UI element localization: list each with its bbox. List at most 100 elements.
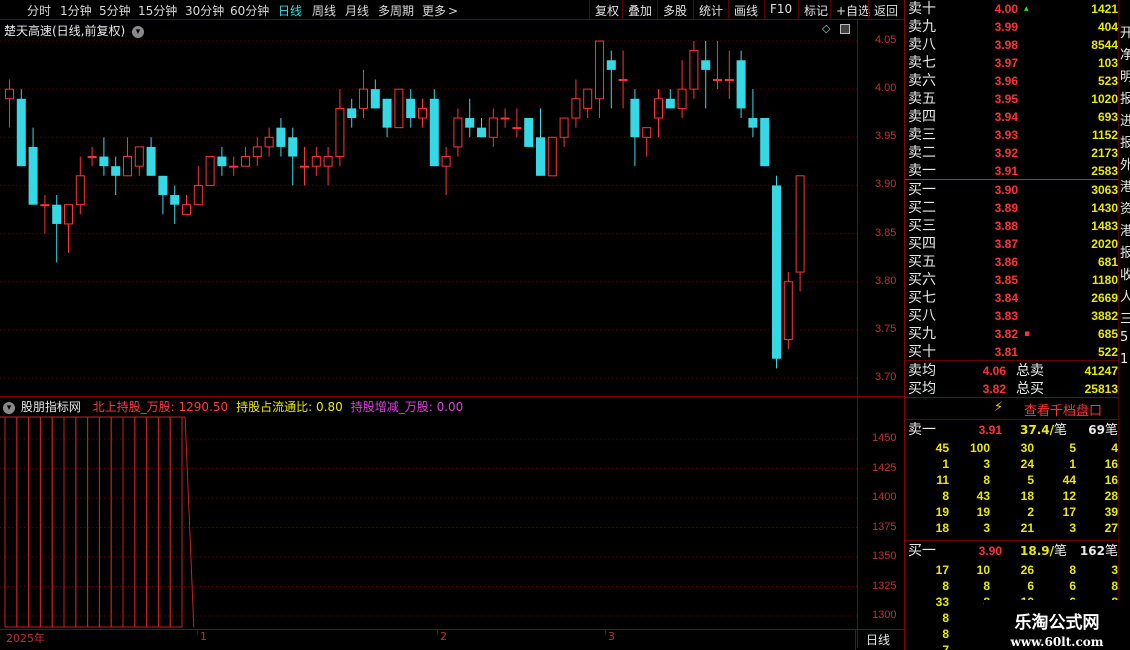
depth-view-button[interactable]: 查看千档盘口 (1024, 400, 1102, 419)
candle-body (618, 79, 628, 82)
candle[interactable] (241, 146, 250, 167)
candle[interactable] (559, 117, 569, 147)
toolbar-button-7[interactable]: +自选 (836, 2, 870, 19)
candle[interactable] (724, 50, 734, 99)
candle[interactable] (760, 118, 770, 167)
period-tab-6[interactable]: 日线 (278, 2, 302, 19)
candle[interactable] (571, 79, 581, 128)
candle[interactable] (158, 175, 168, 215)
candle[interactable] (40, 195, 50, 234)
candle[interactable] (123, 137, 132, 177)
candle[interactable] (311, 146, 321, 176)
candle[interactable] (595, 40, 604, 119)
candle[interactable] (52, 195, 62, 263)
candle[interactable] (16, 89, 26, 167)
candle[interactable] (606, 50, 616, 109)
candle[interactable] (205, 156, 215, 186)
candle[interactable] (217, 146, 227, 176)
candle[interactable] (370, 79, 380, 109)
candle[interactable] (252, 137, 262, 167)
period-tab-9[interactable]: 多周期 (378, 2, 414, 19)
period-tab-8[interactable]: 月线 (345, 2, 369, 19)
indicator-bar (51, 416, 65, 628)
period-tab-3[interactable]: 15分钟 (138, 2, 177, 19)
toolbar-button-1[interactable]: 叠加 (628, 2, 652, 19)
summary-row: 买均 3.82 总买 25813 (908, 380, 1118, 398)
candle[interactable] (429, 89, 439, 167)
candle[interactable] (453, 108, 463, 157)
candle[interactable] (536, 108, 545, 176)
period-tab-0[interactable]: 分时 (27, 2, 51, 19)
candle[interactable] (618, 50, 628, 109)
candle[interactable] (394, 88, 404, 129)
candle[interactable] (288, 127, 298, 186)
candle[interactable] (347, 98, 357, 128)
candle[interactable] (654, 89, 663, 138)
period-tab-5[interactable]: 60分钟 (230, 2, 269, 19)
period-tab-4[interactable]: 30分钟 (185, 2, 224, 19)
candle[interactable] (406, 89, 416, 128)
candle[interactable] (111, 156, 121, 196)
candle[interactable] (689, 41, 699, 99)
candle[interactable] (736, 50, 746, 119)
candle[interactable] (701, 41, 711, 109)
candle[interactable] (64, 204, 73, 253)
toolbar-button-4[interactable]: 画线 (734, 2, 758, 19)
depth-ask-header: 卖一 3.91 37.4/笔 69笔 (908, 421, 1118, 439)
candle[interactable] (300, 146, 309, 186)
candle[interactable] (488, 108, 498, 147)
candle[interactable] (134, 146, 144, 176)
period-label[interactable]: 日线 (866, 631, 890, 648)
candle[interactable] (547, 136, 557, 177)
candle[interactable] (713, 41, 722, 90)
candle[interactable] (665, 89, 675, 109)
candle[interactable] (418, 98, 427, 128)
period-tab-1[interactable]: 1分钟 (60, 2, 92, 19)
candle[interactable] (335, 89, 345, 167)
period-tab-7[interactable]: 周线 (312, 2, 336, 19)
candle[interactable] (170, 185, 180, 224)
candle[interactable] (5, 79, 14, 128)
candle[interactable] (783, 272, 793, 350)
candle[interactable] (524, 118, 534, 147)
toolbar-button-2[interactable]: 多股 (663, 2, 687, 19)
candle[interactable] (465, 98, 475, 138)
candle[interactable] (359, 69, 368, 119)
candle[interactable] (264, 127, 274, 157)
toolbar-button-3[interactable]: 统计 (699, 2, 723, 19)
candle[interactable] (583, 88, 593, 119)
candle[interactable] (500, 108, 510, 128)
candle[interactable] (229, 156, 239, 176)
candle[interactable] (441, 146, 451, 196)
toolbar-button-8[interactable]: 返回 (874, 2, 898, 19)
candle[interactable] (193, 166, 203, 206)
toolbar-button-0[interactable]: 复权 (595, 2, 619, 19)
indicator-chart[interactable] (0, 397, 858, 629)
candle[interactable] (477, 118, 486, 138)
candle[interactable] (87, 146, 97, 167)
candle[interactable] (677, 60, 687, 119)
candle[interactable] (642, 127, 652, 157)
toolbar-button-6[interactable]: 标记 (804, 2, 828, 19)
candle-body (170, 195, 180, 205)
candle[interactable] (512, 108, 522, 138)
candle[interactable] (99, 137, 109, 176)
period-tab-2[interactable]: 5分钟 (99, 2, 131, 19)
candle[interactable] (382, 98, 392, 138)
depth-divider-2 (905, 419, 1118, 420)
candle[interactable] (630, 89, 640, 167)
candle[interactable] (772, 175, 781, 369)
candlestick-chart[interactable] (0, 20, 858, 396)
order-volume: 523 (1097, 74, 1118, 88)
candle[interactable] (795, 175, 805, 292)
indicator-bar (39, 416, 53, 628)
period-tab-10[interactable]: 更多 > (422, 2, 458, 19)
candle[interactable] (146, 137, 156, 176)
candle[interactable] (748, 89, 758, 138)
toolbar-button-5[interactable]: F10 (770, 2, 792, 16)
candle[interactable] (276, 118, 286, 157)
candle[interactable] (75, 156, 85, 215)
candle[interactable] (28, 127, 38, 205)
candle[interactable] (323, 146, 333, 186)
candle[interactable] (182, 195, 191, 215)
